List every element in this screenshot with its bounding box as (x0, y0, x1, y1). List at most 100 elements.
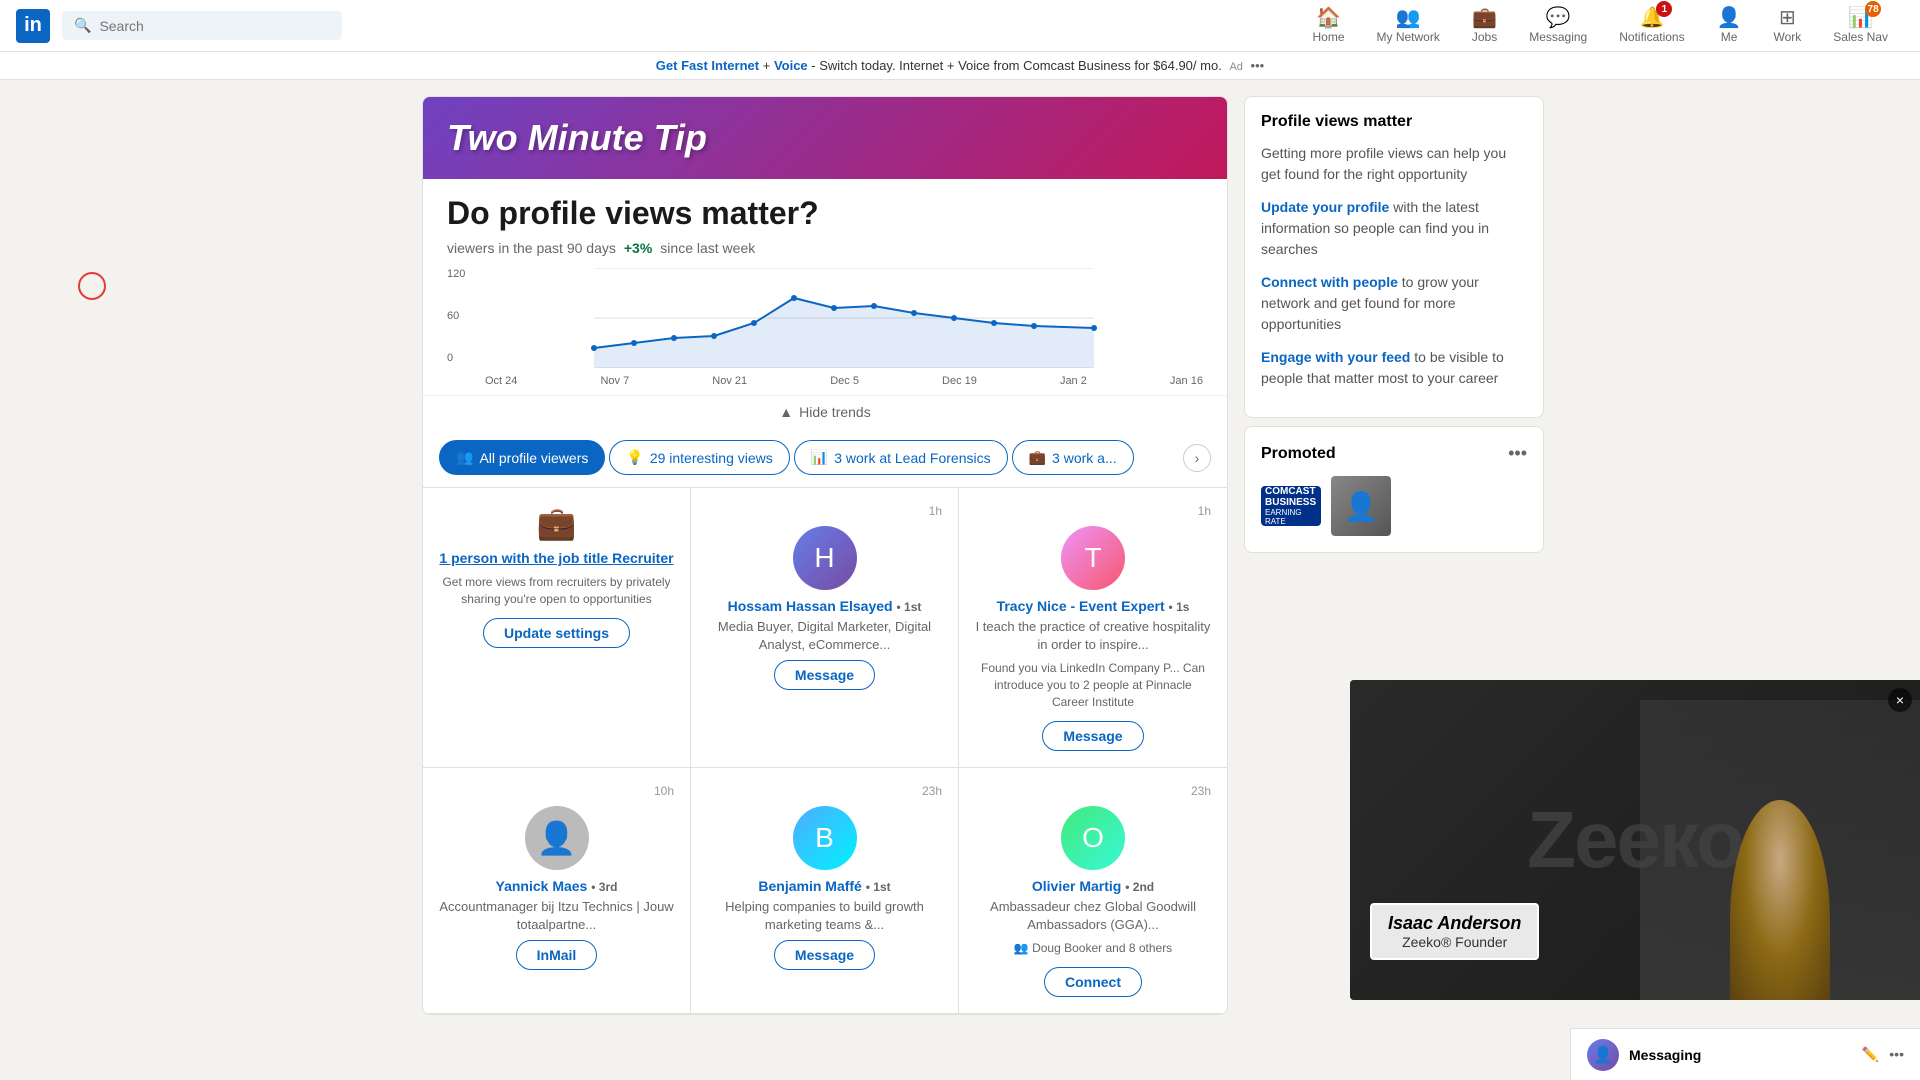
notifications-icon: 🔔 1 (1639, 5, 1664, 30)
viewer-olivier-time: 23h (975, 784, 1211, 798)
viewer-benjamin-time: 23h (707, 784, 942, 798)
viewer-tracy-avatar: T (1061, 526, 1125, 590)
sidebar-link-3: Engage with your feed to be visible to p… (1261, 347, 1527, 389)
messaging-more-icon[interactable]: ••• (1889, 1046, 1904, 1063)
video-close-button[interactable]: × (1888, 688, 1912, 712)
profile-views-card: Two Minute Tip Do profile views matter? … (422, 96, 1228, 1015)
tab-all-viewers[interactable]: 👥 All profile viewers (439, 440, 605, 475)
promoted-header: Promoted ••• (1261, 443, 1527, 464)
message-hossam-button[interactable]: Message (774, 660, 875, 690)
filter-next-button[interactable]: › (1183, 444, 1211, 472)
tab-interesting-views[interactable]: 💡 29 interesting views (609, 440, 789, 475)
connect-people-link[interactable]: Connect with people (1261, 274, 1398, 290)
interesting-label: 29 interesting views (650, 450, 773, 466)
update-profile-link[interactable]: Update your profile (1261, 199, 1389, 215)
viewer-olivier: 23h O Olivier Martig • 2nd Ambassadeur c… (959, 768, 1227, 1014)
message-tracy-button[interactable]: Message (1042, 721, 1143, 751)
search-input[interactable] (99, 18, 330, 34)
inmail-yannick-button[interactable]: InMail (516, 940, 598, 970)
nav-item-notifications[interactable]: 🔔 1 Notifications (1603, 0, 1700, 52)
promoted-more-button[interactable]: ••• (1508, 443, 1527, 464)
viewer-tracy-title: I teach the practice of creative hospita… (975, 618, 1211, 654)
video-person-silhouette (1730, 800, 1830, 1000)
comcast-logo-text: COMCAST BUSINESS (1265, 486, 1317, 508)
messaging-compose-icon[interactable]: ✏️ (1862, 1046, 1879, 1063)
left-sidebar (376, 96, 406, 1023)
messaging-icon: 💬 (1546, 5, 1571, 30)
messaging-label: Messaging (1529, 30, 1587, 44)
ad-more-icon[interactable]: ••• (1251, 58, 1265, 73)
salesnav-icon: 📊 78 (1848, 5, 1873, 30)
filter-tabs: 👥 All profile viewers 💡 29 interesting v… (423, 428, 1227, 488)
all-viewers-label: All profile viewers (479, 450, 588, 466)
nav-item-home[interactable]: 🏠 Home (1296, 0, 1360, 52)
work3-icon: 💼 (1029, 449, 1046, 466)
messaging-bar: 👤 Messaging ✏️ ••• (1570, 1028, 1920, 1080)
profile-views-stats: viewers in the past 90 days +3% since la… (447, 240, 1203, 256)
promoted-person-avatar: 👤 (1331, 476, 1391, 536)
update-settings-button[interactable]: Update settings (483, 618, 630, 648)
tab-work3[interactable]: 💼 3 work a... (1012, 440, 1134, 475)
recruiter-title[interactable]: 1 person with the job title Recruiter (439, 550, 673, 566)
network-icon: 👥 (1396, 5, 1421, 30)
chart-x-dec5: Dec 5 (830, 375, 859, 387)
nav-item-me[interactable]: 👤 Me (1701, 0, 1758, 52)
ad-text: - Switch today. Internet + Voice from Co… (811, 58, 1222, 73)
video-person-role: Zeeko® Founder (1388, 934, 1521, 950)
viewer-olivier-connection: • 2nd (1125, 880, 1154, 894)
chevron-right-icon: › (1195, 450, 1200, 466)
nav-item-network[interactable]: 👥 My Network (1361, 0, 1456, 52)
engage-feed-link[interactable]: Engage with your feed (1261, 349, 1410, 365)
chart-x-jan2: Jan 2 (1060, 375, 1087, 387)
promoted-person-icon: 👤 (1344, 490, 1379, 523)
notifications-badge: 1 (1656, 1, 1672, 17)
chart-y-0: 0 (447, 352, 477, 364)
viewer-benjamin: 23h B Benjamin Maffé • 1st Helping compa… (691, 768, 959, 1014)
sidebar-link-1: Update your profile with the latest info… (1261, 197, 1527, 260)
viewer-yannick-time: 10h (439, 784, 674, 798)
me-icon: 👤 (1717, 5, 1742, 30)
salesnav-badge: 78 (1865, 1, 1881, 17)
jobs-label: Jobs (1472, 30, 1497, 44)
messaging-actions: ✏️ ••• (1862, 1046, 1904, 1063)
chart-y-120: 120 (447, 268, 477, 280)
viewers-grid: 💼 1 person with the job title Recruiter … (423, 488, 1227, 1014)
viewer-tracy-connection: • 1s (1169, 600, 1190, 614)
stat-percentage: +3% (624, 240, 652, 256)
search-bar[interactable]: 🔍 (62, 11, 342, 40)
linkedin-logo[interactable]: in (16, 9, 50, 43)
nav-item-work[interactable]: ⊞ Work (1758, 0, 1818, 52)
viewer-hossam-name[interactable]: Hossam Hassan Elsayed • 1st (728, 598, 922, 614)
me-label: Me (1721, 30, 1738, 44)
chart-x-jan16: Jan 16 (1170, 375, 1203, 387)
nav-item-messaging[interactable]: 💬 Messaging (1513, 0, 1603, 52)
two-minute-tip-text: Two Minute Tip (447, 117, 707, 159)
ad-link-internet[interactable]: Get Fast Internet (656, 58, 759, 73)
viewer-yannick-connection: • 3rd (591, 880, 617, 894)
viewer-hossam-title: Media Buyer, Digital Marketer, Digital A… (707, 618, 942, 654)
hide-trends-button[interactable]: ▲ Hide trends (423, 395, 1227, 428)
chevron-up-icon: ▲ (779, 404, 793, 420)
viewer-olivier-name[interactable]: Olivier Martig • 2nd (1032, 878, 1154, 894)
viewer-tracy-name[interactable]: Tracy Nice - Event Expert • 1s (997, 598, 1190, 614)
profile-views-matter-card: Profile views matter Getting more profil… (1244, 96, 1544, 418)
ad-link-voice[interactable]: Voice (774, 58, 808, 73)
viewer-benjamin-name[interactable]: Benjamin Maffé • 1st (758, 878, 890, 894)
center-content: Two Minute Tip Do profile views matter? … (422, 96, 1228, 1023)
viewer-yannick-title: Accountmanager bij Itzu Technics | Jouw … (439, 898, 674, 934)
tab-lead-forensics[interactable]: 📊 3 work at Lead Forensics (794, 440, 1008, 475)
viewer-yannick-name[interactable]: Yannick Maes • 3rd (496, 878, 618, 894)
viewer-yannick-avatar: 👤 (525, 806, 589, 870)
message-benjamin-button[interactable]: Message (774, 940, 875, 970)
profile-views-chart (485, 268, 1203, 368)
comcast-logo: COMCAST BUSINESS EARNING RATE (1261, 486, 1321, 526)
promoted-card: Promoted ••• COMCAST BUSINESS EARNING RA… (1244, 426, 1544, 553)
nav-item-salesnav[interactable]: 📊 78 Sales Nav (1817, 0, 1904, 52)
nav-item-jobs[interactable]: 💼 Jobs (1456, 0, 1513, 52)
viewers-count-text: viewers in the past 90 days (447, 240, 616, 256)
chart-x-nov21: Nov 21 (712, 375, 747, 387)
messaging-label[interactable]: Messaging (1629, 1047, 1701, 1063)
messaging-left: 👤 Messaging (1587, 1039, 1701, 1071)
connect-olivier-button[interactable]: Connect (1044, 967, 1142, 997)
chart-wrapper: 120 60 0 (423, 268, 1227, 387)
